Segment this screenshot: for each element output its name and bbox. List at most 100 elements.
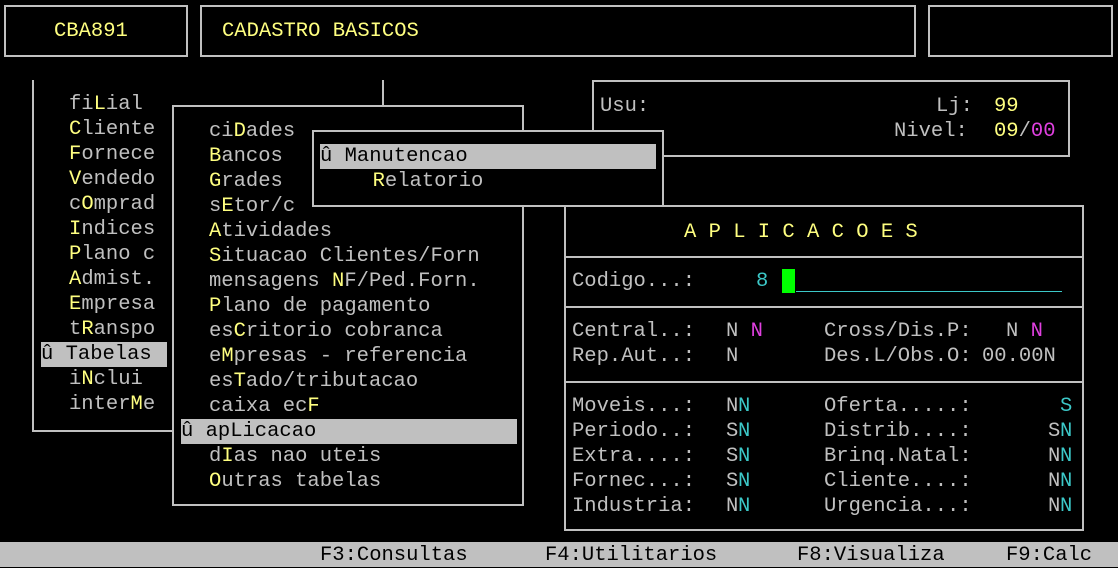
flag-value2[interactable]: N [1060, 469, 1072, 494]
nivel-values: 09/00 [994, 119, 1056, 144]
tabelas-menu-item-hotkey: M [221, 345, 234, 368]
tabelas-menu-item[interactable]: Outras tabelas [209, 469, 381, 494]
main-menu-item-text: clui [93, 368, 143, 391]
tabelas-menu-item[interactable]: Situacao Clientes/Forn [209, 244, 480, 269]
tabelas-menu-item[interactable]: esTado/tributacao [209, 369, 418, 394]
flag-label: Periodo..: [572, 420, 696, 443]
header-right-box [928, 5, 1113, 57]
tabelas-menu-item-hotkey: G [209, 170, 222, 193]
flag-value[interactable]: S [726, 469, 738, 494]
tabelas-menu-item-hotkey: D [233, 120, 246, 143]
main-menu-item-text: û Tabelas [41, 343, 152, 366]
lj-label: Lj: [936, 95, 973, 118]
central-value2: N [750, 320, 763, 343]
central-values[interactable]: N N [726, 319, 763, 344]
main-menu-item[interactable]: Indices [69, 217, 155, 242]
aplicacao-menu-item[interactable]: û Manutencao [320, 144, 656, 169]
tabelas-menu-item-text: ado/tributacao [245, 370, 419, 393]
tabelas-menu-item[interactable]: caixa ecF [209, 394, 320, 419]
tabelas-menu-item[interactable]: Plano de pagamento [209, 294, 430, 319]
flag-value2[interactable]: N [738, 394, 750, 419]
main-menu-item-hotkey: C [69, 118, 82, 141]
tabelas-menu-item-text: ituacao Clientes/Forn [221, 245, 480, 268]
flag-value[interactable]: N [1048, 494, 1060, 519]
tabelas-menu-item-text: ancos [221, 145, 283, 168]
main-menu-item-text: anspo [93, 318, 156, 341]
main-menu-item[interactable]: interMe [69, 392, 155, 417]
flag-value2[interactable]: N [738, 494, 750, 519]
flag-value2[interactable]: N [1060, 419, 1072, 444]
flag-value[interactable] [1048, 394, 1060, 419]
main-menu-item[interactable]: Empresa [69, 292, 155, 317]
codigo-label: Codigo...: [572, 270, 696, 293]
flag-value[interactable]: N [726, 394, 738, 419]
tabelas-menu-item-text: as nao uteis [233, 445, 382, 468]
tabelas-menu-item[interactable]: Bancos [209, 144, 283, 169]
tabelas-menu-item[interactable]: mensagens NF/Ped.Forn. [209, 269, 480, 294]
flag-value[interactable]: N [1048, 469, 1060, 494]
main-menu-item[interactable]: Cliente [69, 117, 155, 142]
main-menu-item[interactable]: Admist. [69, 267, 155, 292]
tabelas-menu-item[interactable]: Grades [209, 169, 283, 194]
f8-visualiza[interactable]: F8:Visualiza [797, 543, 945, 568]
tabelas-menu-item-text: tor/c [233, 195, 296, 218]
f3-consultas[interactable]: F3:Consultas [320, 543, 468, 568]
aplicacao-menu-item[interactable]: Relatorio [348, 169, 484, 194]
tabelas-menu-item[interactable]: eMpresas - referencia [209, 344, 467, 369]
tabelas-menu-item-text: lano de pagamento [221, 295, 431, 318]
f4-utilitarios[interactable]: F4:Utilitarios [545, 543, 717, 568]
function-key-bar: F3:Consultas F4:Utilitarios F8:Visualiza… [0, 542, 1118, 567]
main-menu-item[interactable]: Plano c [69, 242, 155, 267]
main-menu-item-text: mprad [93, 193, 156, 216]
main-menu-item-hotkey: F [69, 143, 82, 166]
flag-value2[interactable]: N [1060, 494, 1072, 519]
flag-value[interactable]: S [726, 419, 738, 444]
main-menu-item[interactable]: tRanspo [69, 317, 155, 342]
flag-value2[interactable]: S [1060, 394, 1072, 419]
main-menu-item[interactable]: û Tabelas [41, 342, 167, 367]
tabelas-menu-item[interactable]: esCritorio cobranca [209, 319, 443, 344]
tabelas-menu-item[interactable]: sEtor/c [209, 194, 295, 219]
flag-value[interactable]: N [1048, 444, 1060, 469]
flag-value2[interactable]: N [738, 419, 750, 444]
flag-value[interactable]: S [726, 444, 738, 469]
nivel-value2: 00 [1030, 120, 1056, 143]
aplicacoes-title: A P L I C A C O E S [684, 221, 918, 244]
tabelas-menu-item-hotkey: A [209, 220, 222, 243]
flag-value[interactable]: S [1048, 419, 1060, 444]
tabelas-menu-item-hotkey: C [233, 320, 246, 343]
main-menu-item-text: i [69, 368, 82, 391]
flag-value[interactable]: N [726, 494, 738, 519]
main-menu-item[interactable]: Fornece [69, 142, 155, 167]
aplicacao-menu-item-text: elatorio [384, 170, 484, 193]
codigo-input[interactable] [796, 291, 1062, 292]
divider [566, 306, 1082, 308]
divider [566, 256, 1082, 258]
des-values[interactable]: 00.00N [982, 344, 1056, 369]
tabelas-menu-item-text: d [209, 445, 222, 468]
flag-value2[interactable]: N [738, 469, 750, 494]
flag-label: Distrib....: [824, 420, 972, 443]
main-menu-item[interactable]: fiLial [69, 92, 143, 117]
tabelas-menu-item-hotkey: I [221, 445, 234, 468]
main-menu-item-text: liente [81, 118, 156, 141]
flag-value2[interactable]: N [1060, 444, 1072, 469]
tabelas-menu-item-hotkey: F [307, 395, 320, 418]
tabelas-menu-item[interactable]: ciDades [209, 119, 295, 144]
main-menu-item[interactable]: cOmprad [69, 192, 155, 217]
tabelas-menu-item[interactable]: û apLicacao [181, 419, 517, 444]
f9-calc[interactable]: F9:Calc [1006, 543, 1092, 568]
flag-value2[interactable]: N [738, 444, 750, 469]
main-menu-item-text: inter [69, 393, 131, 416]
main-menu-item-hotkey: M [130, 393, 143, 416]
main-menu-item[interactable]: iNclui [69, 367, 143, 392]
tabelas-menu-item[interactable]: Atividades [209, 219, 332, 244]
tabelas-menu-item[interactable]: dIas nao uteis [209, 444, 381, 469]
rep-value[interactable]: N [726, 344, 738, 369]
main-menu-item[interactable]: Vendedo [69, 167, 155, 192]
nivel-sep: / [1018, 120, 1031, 143]
flag-label: Fornec...: [572, 470, 696, 493]
cross-values[interactable]: N N [1006, 319, 1043, 344]
tabelas-menu-item-hotkey: O [209, 470, 222, 493]
main-menu-item-text: ornece [81, 143, 156, 166]
